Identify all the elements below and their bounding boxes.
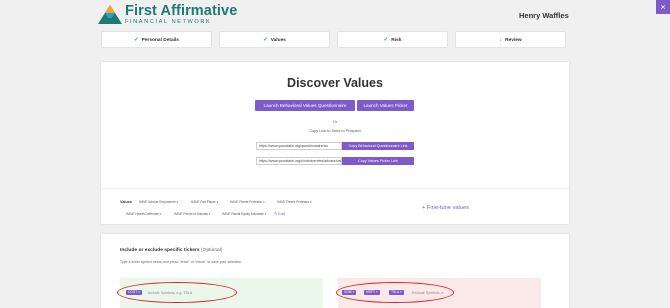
step-values[interactable]: ✓ Values	[219, 31, 330, 48]
selected-values: Values HAVE Worker Empowerm ▾ HAVE Fair …	[101, 188, 569, 224]
arrow-down-icon: ↓	[499, 37, 503, 43]
optional-label: (Optional)	[201, 248, 223, 253]
annotation-ellipse	[117, 282, 237, 303]
value-item[interactable]: HAVE Health Defender ▾	[126, 212, 161, 216]
caret-down-icon: ▾	[208, 212, 211, 216]
fine-tune-values-link[interactable]: + Fine-tune values	[422, 205, 469, 211]
fine-tune-label: Fine-tune values	[426, 205, 469, 211]
logo-title: First Affirmative	[125, 3, 238, 19]
tickers-title-text: Include or exclude specific tickers	[120, 248, 200, 253]
tickers-title: Include or exclude specific tickers (Opt…	[120, 248, 223, 253]
user-name[interactable]: Henry Waffles	[519, 11, 569, 20]
caret-down-icon: ▾	[263, 200, 265, 204]
picker-url-field[interactable]: https://www.yourstake.org/u/robotornetw/…	[256, 157, 342, 165]
caret-down-icon: ▾	[176, 200, 179, 204]
caret-down-icon: ▾	[310, 200, 312, 204]
value-item[interactable]: HAVE Racial Equity Advocate ▾	[222, 212, 266, 216]
step-personal-details[interactable]: ✓ Personal Details	[101, 31, 212, 48]
logo-subtitle: FINANCIAL NETWORK	[125, 19, 212, 25]
value-item[interactable]: HAVE Peace Protector ▾	[277, 200, 312, 204]
tickers-card: Include or exclude specific tickers (Opt…	[101, 234, 569, 308]
page-title: Discover Values	[287, 76, 383, 90]
logo: First Affirmative FINANCIAL NETWORK	[98, 3, 237, 25]
step-label: Review	[505, 38, 522, 43]
launch-questionnaire-button[interactable]: Launch Behavioral Values Questionnaire	[255, 100, 355, 111]
copy-questionnaire-link-button[interactable]: Copy Behavioral Questionnaire Link	[342, 142, 414, 150]
check-icon: ✓	[263, 37, 268, 43]
close-button[interactable]: ×	[656, 0, 670, 14]
logo-icon	[98, 5, 122, 24]
launch-picker-button[interactable]: Launch Values Picker	[357, 100, 414, 111]
value-item[interactable]: HAVE Friend of Animals ▾	[174, 212, 210, 216]
value-item[interactable]: HAVE Fair Player ▾	[191, 200, 218, 204]
copy-link-text: Copy Link to Send to Prospect	[309, 129, 361, 133]
value-label: HAVE Worker Empowerm	[139, 200, 176, 204]
caret-down-icon: ▾	[159, 212, 162, 216]
value-label: HAVE Health Defender	[126, 212, 159, 216]
value-item[interactable]: HAVE Worker Empowerm ▾	[139, 200, 178, 204]
step-label: Personal Details	[141, 38, 179, 43]
edit-values-link[interactable]: ✎ Edit	[274, 211, 285, 216]
questionnaire-url-field[interactable]: https://www.yourstake.org/questionnaire/…	[256, 142, 342, 150]
values-label: Values	[120, 200, 133, 204]
discover-values-card: Discover Values Launch Behavioral Values…	[101, 62, 569, 224]
check-icon: ✓	[134, 37, 139, 43]
caret-down-icon: ▾	[264, 212, 267, 216]
value-label: HAVE Fair Player	[191, 200, 216, 204]
caret-down-icon: ▾	[216, 200, 219, 204]
app-header: First Affirmative FINANCIAL NETWORK Henr…	[0, 0, 670, 28]
step-label: Risk	[391, 38, 402, 43]
edit-label: Edit	[278, 212, 285, 216]
annotation-ellipse	[336, 282, 454, 303]
value-label: HAVE Planet Protector	[230, 200, 263, 204]
edit-icon: ✎	[274, 212, 278, 216]
value-label: HAVE Friend of Animals	[174, 212, 208, 216]
check-icon: ✓	[383, 37, 389, 43]
step-label: Values	[270, 38, 286, 43]
plus-icon: +	[422, 205, 426, 211]
or-divider: Or	[332, 120, 338, 124]
tickers-help-text: Type a ticker symbol below and press "en…	[120, 260, 243, 264]
value-label: HAVE Peace Protector	[277, 200, 310, 204]
value-label: HAVE Racial Equity Advocate	[222, 212, 264, 216]
value-item[interactable]: HAVE Planet Protector ▾	[230, 200, 265, 204]
step-review[interactable]: ↓ Review	[455, 31, 566, 48]
progress-steps: ✓ Personal Details ✓ Values ✓ Risk ↓ Review	[101, 31, 567, 48]
copy-picker-link-button[interactable]: Copy Values Picker Link	[342, 157, 414, 165]
step-risk[interactable]: ✓ Risk	[337, 31, 448, 48]
